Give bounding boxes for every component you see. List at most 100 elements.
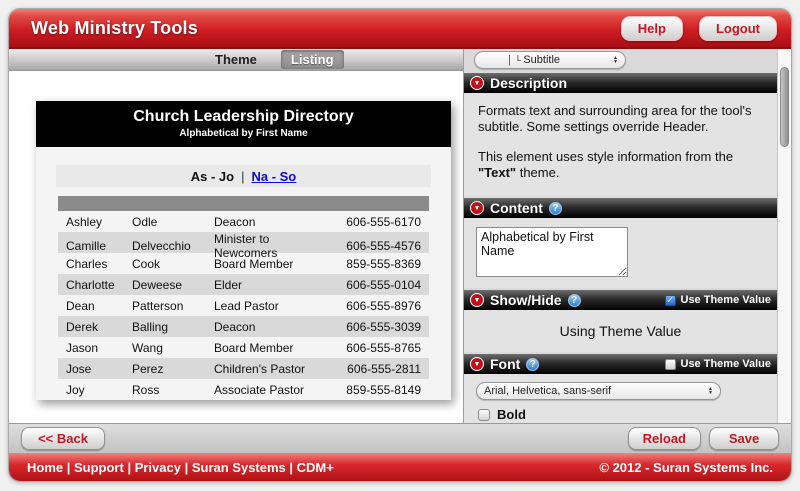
collapse-arrow: ▼ [474,205,481,212]
pagination-separator: | [241,169,244,184]
description-body: Formats text and surrounding area for th… [464,93,777,196]
directory-cell-last: Ross [132,383,214,397]
directory-subtitle: Alphabetical by First Name [40,128,447,139]
directory-cell-phone: 859-555-8149 [329,383,421,397]
collapse-arrow: ▼ [474,80,481,87]
directory-cell-phone: 606-555-6170 [329,215,421,229]
section-header-content: ▼ Content ? [464,198,777,218]
dropdown-stepper-icon: ▲ ▼ [708,387,713,395]
directory-cell-last: Wang [132,341,214,355]
directory-cell-position: Children's Pastor [214,362,329,376]
collapse-icon[interactable]: ▼ [470,293,484,307]
footer-link-suran-systems[interactable]: Suran Systems [192,460,286,475]
directory-cell-last: Balling [132,320,214,334]
checkbox-icon[interactable] [478,409,490,421]
show-hide-body: Using Theme Value [464,310,777,352]
font-option-bold[interactable]: Bold [478,407,777,422]
page-range-link[interactable]: Na - So [251,169,296,184]
font-body: Arial, Helvetica, sans-serif ▲ ▼ BoldIta… [464,374,777,423]
footer-link-support[interactable]: Support [74,460,124,475]
directory-cell-last: Delvecchio [132,239,214,253]
font-family-value: Arial, Helvetica, sans-serif [484,385,611,397]
dropdown-stepper-icon: ▲ ▼ [613,56,618,64]
content-body: Alphabetical by First Name [464,218,777,288]
tab-bar: Theme Listing [9,49,463,71]
help-icon[interactable]: ? [568,294,581,307]
scrollbar-thumb[interactable] [780,67,789,147]
element-select-row: | L Subtitle ▲ ▼ [464,49,777,71]
directory-header: Church Leadership Directory Alphabetical… [36,101,451,147]
app-title: Web Ministry Tools [31,18,198,39]
save-button[interactable]: Save [709,427,779,450]
content-textarea[interactable]: Alphabetical by First Name [476,227,628,277]
top-bar: Web Ministry Tools Help Logout [9,9,791,49]
showhide-use-theme-checkbox[interactable]: ✓ [665,295,676,306]
logout-button[interactable]: Logout [699,16,777,41]
footer-bar: Home | Support | Privacy | Suran Systems… [9,453,791,481]
footer-separator: | [63,460,74,475]
footer-link-cdm-[interactable]: CDM+ [297,460,334,475]
directory-cell-phone: 606-555-3039 [329,320,421,334]
collapse-icon[interactable]: ▼ [470,76,484,90]
directory-cell-first: Camille [66,239,132,253]
use-theme-value-label: Use Theme Value [681,294,772,306]
tree-indent: | [508,54,511,66]
stepper-down-icon: ▼ [613,60,618,64]
collapse-arrow: ▼ [474,361,481,368]
directory-cell-position: Board Member [214,257,329,271]
help-icon[interactable]: ? [526,358,539,371]
tab-listing[interactable]: Listing [281,50,344,69]
footer-link-privacy[interactable]: Privacy [135,460,181,475]
tree-branch-icon: L [517,54,521,63]
directory-row: DeanPattersonLead Pastor606-555-8976 [58,295,429,316]
description-p2-suffix: theme. [516,165,559,180]
main-area: Theme Listing Church Leadership Director… [9,49,791,423]
reload-button[interactable]: Reload [628,427,701,450]
section-title-description: Description [490,75,567,91]
element-selector-dropdown[interactable]: | L Subtitle ▲ ▼ [474,51,626,69]
directory-row: JosePerezChildren's Pastor606-555-2811 [58,358,429,379]
directory-table: AshleyOdleDeacon606-555-6170CamilleDelve… [58,211,429,400]
directory-cell-position: Elder [214,278,329,292]
action-bar: << Back Reload Save [9,423,791,453]
directory-cell-phone: 606-555-2811 [329,362,421,376]
description-p2-bold: "Text" [478,165,516,180]
directory-cell-phone: 859-555-8369 [329,257,421,271]
font-use-theme-checkbox[interactable] [665,359,676,370]
description-paragraph-2: This element uses style information from… [478,149,763,182]
help-button[interactable]: Help [621,16,683,41]
selected-element-value: Subtitle [523,54,560,66]
collapse-icon[interactable]: ▼ [470,357,484,371]
use-theme-value-label: Use Theme Value [681,358,772,370]
directory-row: CharlotteDeweeseElder606-555-0104 [58,274,429,295]
directory-row: CharlesCookBoard Member859-555-8369 [58,253,429,274]
help-icon[interactable]: ? [549,202,562,215]
directory-cell-last: Patterson [132,299,214,313]
page-range-current: As - Jo [191,169,234,184]
directory-cell-phone: 606-555-0104 [329,278,421,292]
directory-cell-first: Derek [66,320,132,334]
section-title-font: Font [490,356,520,372]
directory-cell-position: Deacon [214,215,329,229]
directory-cell-position: Board Member [214,341,329,355]
back-button[interactable]: << Back [21,427,105,450]
directory-cell-first: Jose [66,362,132,376]
footer-link-home[interactable]: Home [27,460,63,475]
directory-cell-position: Lead Pastor [214,299,329,313]
directory-preview-card: Church Leadership Directory Alphabetical… [36,101,451,400]
directory-cell-phone: 606-555-4576 [329,239,421,253]
use-theme-value-control: ✓ Use Theme Value [665,294,772,306]
section-title-show-hide: Show/Hide [490,292,562,308]
directory-cell-first: Jason [66,341,132,355]
section-header-description: ▼ Description [464,73,777,93]
footer-separator: | [286,460,297,475]
font-family-dropdown[interactable]: Arial, Helvetica, sans-serif ▲ ▼ [476,382,721,400]
directory-cell-last: Cook [132,257,214,271]
scrollbar[interactable] [777,49,791,423]
tab-theme[interactable]: Theme [205,50,267,69]
copyright-text: © 2012 - Suran Systems Inc. [599,460,773,475]
directory-cell-phone: 606-555-8976 [329,299,421,313]
directory-row: JoyRossAssociate Pastor859-555-8149 [58,379,429,400]
collapse-icon[interactable]: ▼ [470,201,484,215]
directory-title: Church Leadership Directory [40,108,447,126]
